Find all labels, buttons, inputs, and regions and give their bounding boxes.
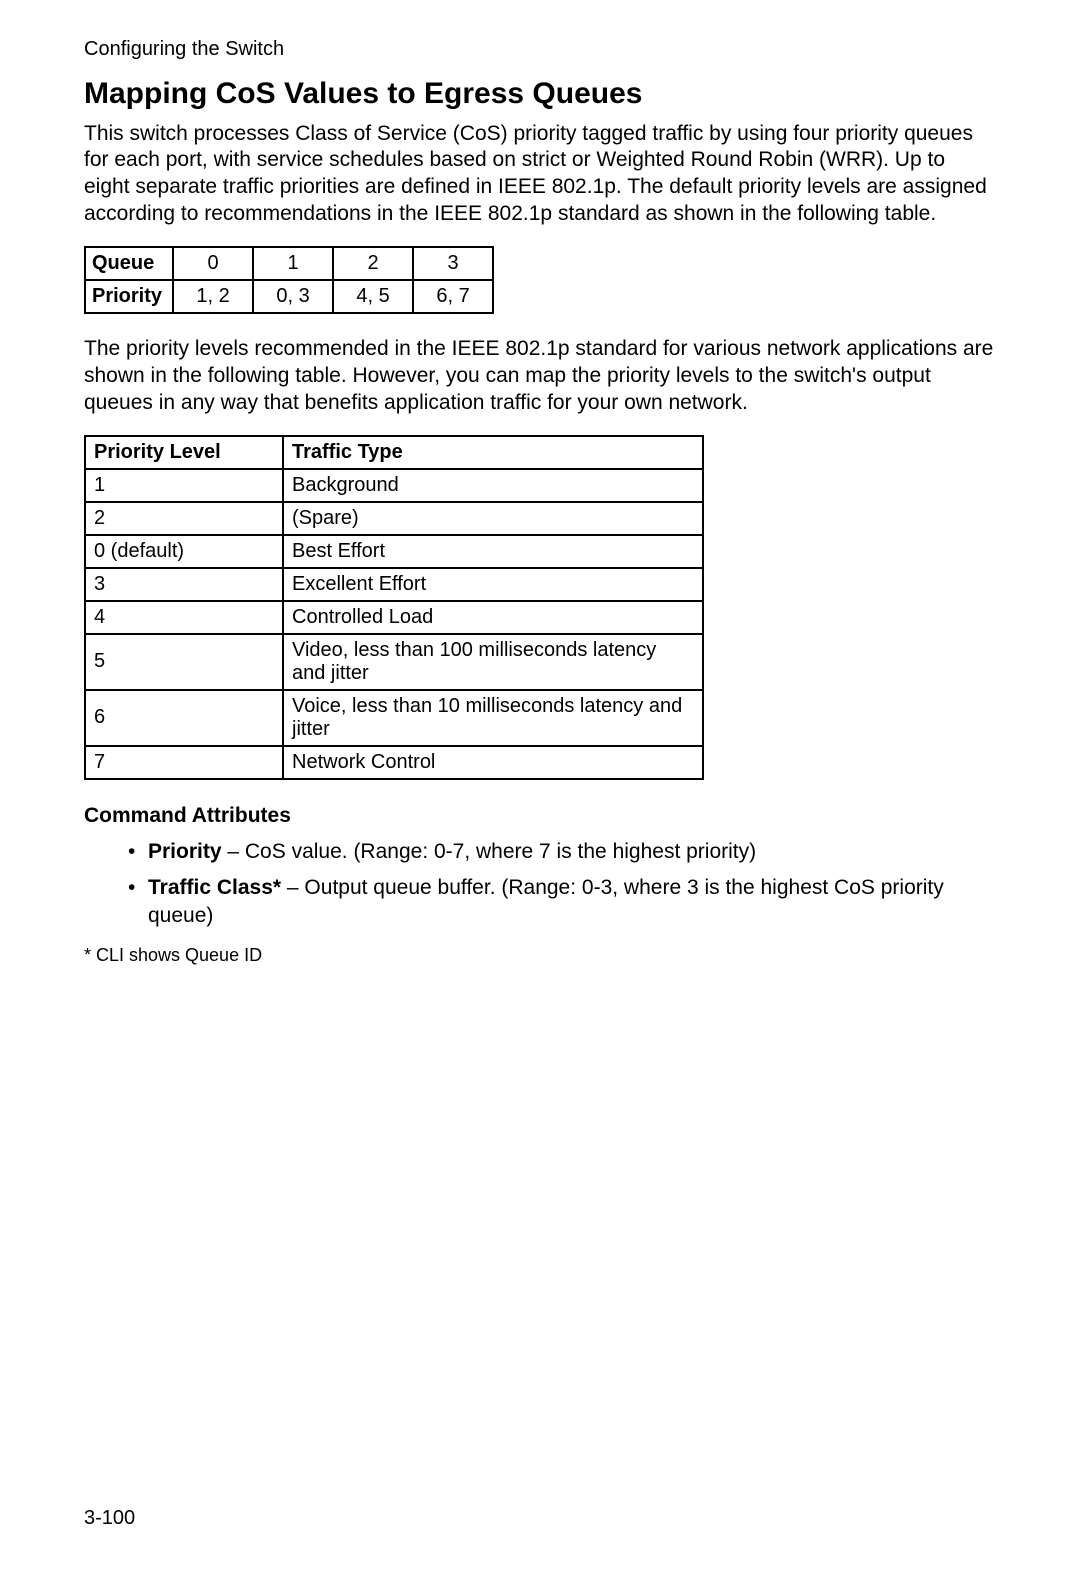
priority-level-table: Priority Level Traffic Type 1 Background… <box>84 435 704 780</box>
priority-level-cell: 0 (default) <box>85 535 283 568</box>
priority-level-cell: 5 <box>85 634 283 690</box>
priority-level-cell: 2 <box>85 502 283 535</box>
traffic-type-cell: Controlled Load <box>283 601 703 634</box>
table-header-row: Priority Level Traffic Type <box>85 436 703 469</box>
paragraph-intro: This switch processes Class of Service (… <box>84 121 996 229</box>
attr-name: Priority <box>148 840 222 863</box>
list-item: Traffic Class* – Output queue buffer. (R… <box>128 874 996 931</box>
command-attributes-list: Priority – CoS value. (Range: 0-7, where… <box>84 838 996 931</box>
priority-level-cell: 3 <box>85 568 283 601</box>
section-heading: Mapping CoS Values to Egress Queues <box>84 75 996 113</box>
priority-cell: 0, 3 <box>253 280 333 313</box>
priority-header-cell: Priority <box>85 280 173 313</box>
page: Configuring the Switch Mapping CoS Value… <box>0 0 1080 1570</box>
traffic-type-cell: (Spare) <box>283 502 703 535</box>
table-row: 7 Network Control <box>85 746 703 779</box>
table-row: 1 Background <box>85 469 703 502</box>
traffic-type-cell: Voice, less than 10 milliseconds latency… <box>283 690 703 746</box>
queue-priority-table: Queue 0 1 2 3 Priority 1, 2 0, 3 4, 5 6,… <box>84 246 494 314</box>
command-attributes-heading: Command Attributes <box>84 804 996 828</box>
table-row: Queue 0 1 2 3 <box>85 247 493 280</box>
footnote: * CLI shows Queue ID <box>84 945 996 966</box>
queue-header-cell: Queue <box>85 247 173 280</box>
queue-cell: 1 <box>253 247 333 280</box>
priority-level-cell: 6 <box>85 690 283 746</box>
priority-cell: 4, 5 <box>333 280 413 313</box>
table-row: 5 Video, less than 100 milliseconds late… <box>85 634 703 690</box>
running-header: Configuring the Switch <box>84 38 996 61</box>
priority-level-cell: 1 <box>85 469 283 502</box>
table-row: Priority 1, 2 0, 3 4, 5 6, 7 <box>85 280 493 313</box>
traffic-type-cell: Best Effort <box>283 535 703 568</box>
queue-cell: 2 <box>333 247 413 280</box>
paragraph-priority-intro: The priority levels recommended in the I… <box>84 336 996 417</box>
priority-level-cell: 7 <box>85 746 283 779</box>
traffic-type-cell: Video, less than 100 milliseconds latenc… <box>283 634 703 690</box>
table-row: 2 (Spare) <box>85 502 703 535</box>
priority-cell: 6, 7 <box>413 280 493 313</box>
table-row: 6 Voice, less than 10 milliseconds laten… <box>85 690 703 746</box>
table-row: 4 Controlled Load <box>85 601 703 634</box>
traffic-type-header: Traffic Type <box>283 436 703 469</box>
traffic-type-cell: Background <box>283 469 703 502</box>
priority-cell: 1, 2 <box>173 280 253 313</box>
queue-cell: 0 <box>173 247 253 280</box>
priority-level-header: Priority Level <box>85 436 283 469</box>
traffic-type-cell: Network Control <box>283 746 703 779</box>
table-row: 0 (default) Best Effort <box>85 535 703 568</box>
page-number: 3-100 <box>84 1507 135 1530</box>
traffic-type-cell: Excellent Effort <box>283 568 703 601</box>
list-item: Priority – CoS value. (Range: 0-7, where… <box>128 838 996 866</box>
attr-name: Traffic Class* <box>148 876 281 899</box>
table-row: 3 Excellent Effort <box>85 568 703 601</box>
priority-level-cell: 4 <box>85 601 283 634</box>
queue-cell: 3 <box>413 247 493 280</box>
attr-desc: – CoS value. (Range: 0-7, where 7 is the… <box>222 840 757 863</box>
